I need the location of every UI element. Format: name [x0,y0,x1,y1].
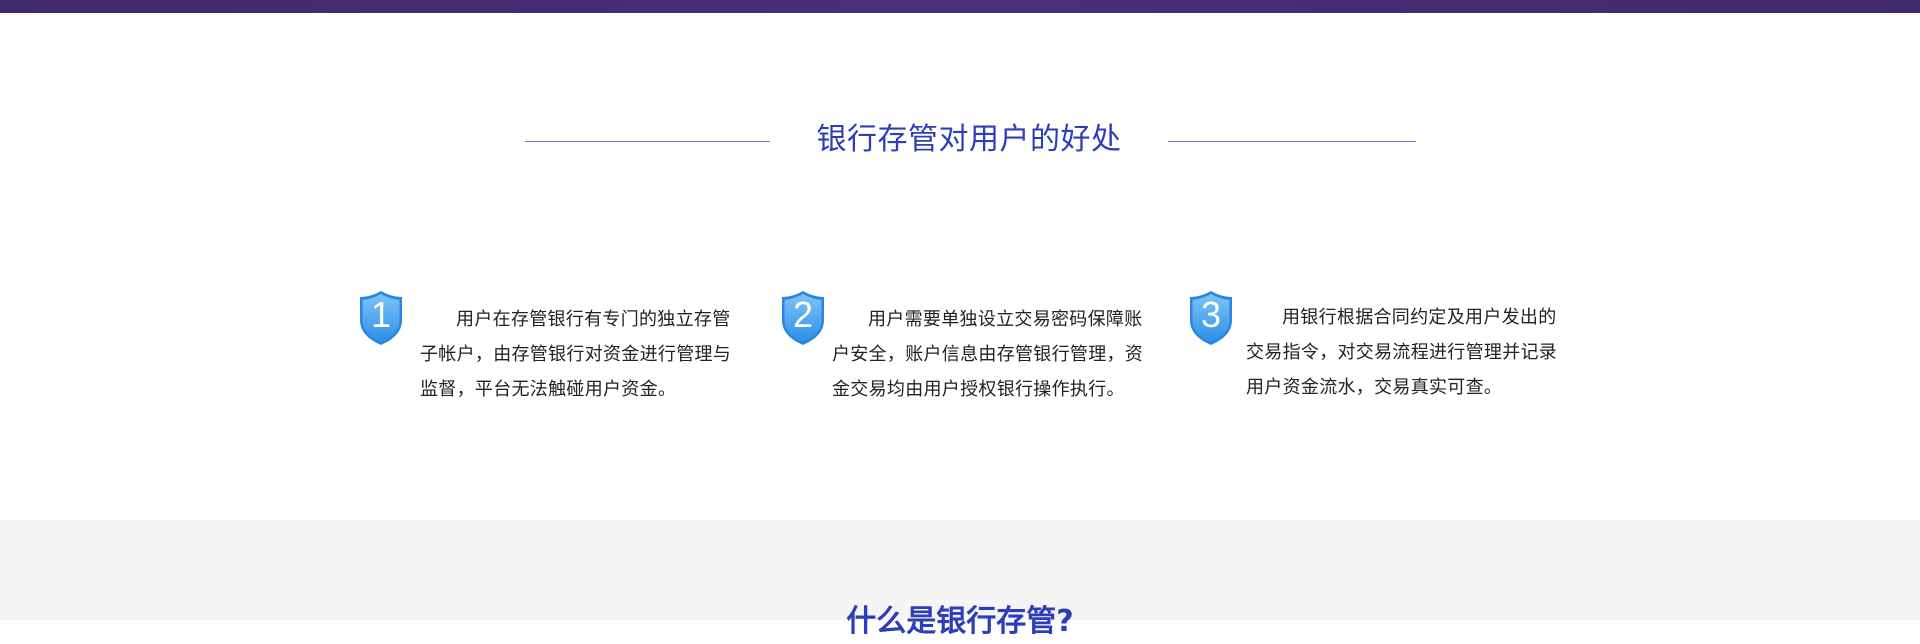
benefit-text: 用户在存管银行有专门的独立存管子帐户，由存管银行对资金进行管理与监督，平台无法触… [420,309,732,400]
section-title: 银行存管对用户的好处 [816,122,1122,157]
benefit-number: 3 [1200,294,1222,335]
top-nav-bar [0,0,1920,13]
benefit-text: 用户需要单独设立交易密码保障账户安全，账户信息由存管银行管理，资金交易均由用户授… [832,309,1144,400]
what-is-bank-custody-section: 什么是银行存管? [0,520,1920,639]
next-section-title: 什么是银行存管? [846,604,1074,639]
benefit-number: 1 [370,294,392,335]
benefit-number: 2 [792,294,814,335]
section-header: 银行存管对用户的好处 [0,112,1920,172]
title-right-divider [1168,141,1416,142]
title-left-divider [525,141,770,142]
benefit-text: 用银行根据合同约定及用户发出的交易指令，对交易流程进行管理并记录用户资金流水，交… [1246,307,1558,398]
